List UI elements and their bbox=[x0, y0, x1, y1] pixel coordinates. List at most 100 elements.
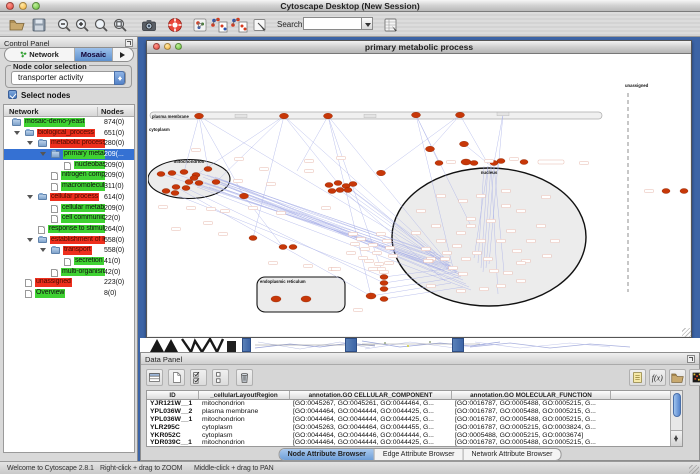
tree-row[interactable]: cell communicat22(0) bbox=[4, 213, 134, 224]
tree-label[interactable]: macromolecule bbox=[61, 182, 105, 191]
table-vertical-scrollbar[interactable] bbox=[670, 391, 682, 446]
network-view-window[interactable]: primary metabolic process plasma membran… bbox=[146, 40, 692, 338]
tab-mosaic[interactable]: Mosaic bbox=[75, 48, 113, 61]
browser-tab[interactable]: Edge Attribute Browser bbox=[375, 449, 464, 460]
tree-label[interactable]: primary metabo bbox=[63, 150, 105, 159]
tree-label[interactable]: biological_process bbox=[37, 129, 95, 138]
minimized-window-edge[interactable] bbox=[452, 338, 464, 352]
unselect-all-attributes-icon[interactable] bbox=[212, 369, 229, 386]
tab-network[interactable]: Network bbox=[5, 48, 75, 61]
tree-row[interactable]: transport558(0) bbox=[4, 245, 134, 256]
expander-icon[interactable] bbox=[27, 195, 33, 202]
tree-label[interactable]: nitrogen compo bbox=[61, 171, 105, 180]
save-session-icon[interactable] bbox=[31, 17, 47, 33]
minimized-window-edge[interactable] bbox=[345, 338, 357, 352]
net-close-button[interactable] bbox=[153, 43, 160, 50]
tree-row[interactable]: primary metabo209(... bbox=[4, 149, 134, 160]
import-folder-icon[interactable] bbox=[669, 369, 686, 386]
window-resize-grip[interactable] bbox=[682, 328, 691, 337]
tree-label[interactable]: Overview bbox=[35, 289, 65, 298]
attribute-notes-icon[interactable] bbox=[629, 369, 646, 386]
node-color-dropdown[interactable]: transporter activity bbox=[11, 71, 126, 85]
expander-icon[interactable] bbox=[40, 152, 46, 159]
tree-row[interactable]: unassigned223(0) bbox=[4, 277, 134, 288]
import-attributes-icon[interactable] bbox=[383, 17, 399, 33]
tree-row[interactable]: metabolic process280(0) bbox=[4, 138, 134, 149]
tree-label[interactable]: cellular metabol bbox=[61, 204, 105, 213]
tree-label[interactable]: cellular process bbox=[50, 193, 99, 202]
browser-tab[interactable]: Node Attribute Browser bbox=[280, 449, 375, 460]
table-row[interactable]: YPL036W__1mitochondrion[GO:0044464, GO:0… bbox=[147, 416, 671, 424]
tree-row[interactable]: nitrogen compo209(0) bbox=[4, 170, 134, 181]
expander-icon[interactable] bbox=[40, 248, 46, 255]
zoom-in-icon[interactable] bbox=[74, 17, 90, 33]
close-button[interactable] bbox=[6, 2, 14, 10]
tab-overflow-arrow[interactable] bbox=[113, 48, 133, 61]
zoom-out-icon[interactable] bbox=[56, 17, 72, 33]
zoom-selected-icon[interactable] bbox=[112, 17, 128, 33]
tree-label[interactable]: mosaic-demo-yeast bbox=[24, 118, 85, 127]
destroy-network-view-icon[interactable] bbox=[230, 17, 248, 33]
function-builder-icon[interactable]: f(x) bbox=[649, 369, 666, 386]
table-row[interactable]: YJR121W__1mitochondrion[GO:0045267, GO:0… bbox=[147, 400, 671, 408]
tree-label[interactable]: unassigned bbox=[35, 278, 72, 287]
expander-icon[interactable] bbox=[27, 238, 33, 245]
zoom-button[interactable] bbox=[32, 2, 40, 10]
help-lifebuoy-icon[interactable] bbox=[167, 17, 183, 33]
create-network-view-icon[interactable] bbox=[210, 17, 228, 33]
annotation-icon[interactable] bbox=[252, 17, 268, 33]
table-row[interactable]: YPL036W__2plasma membrane[GO:0044464, GO… bbox=[147, 408, 671, 416]
tree-row[interactable]: macromolecule311(0) bbox=[4, 181, 134, 192]
expander-icon[interactable] bbox=[27, 141, 33, 148]
minimize-button[interactable] bbox=[19, 2, 27, 10]
open-session-icon[interactable] bbox=[9, 17, 25, 33]
scrollbar-thumb[interactable] bbox=[673, 393, 681, 417]
search-input[interactable] bbox=[303, 17, 361, 30]
search-dropdown-button[interactable] bbox=[361, 17, 373, 30]
attribute-table[interactable]: ID_cellularLayoutRegionannotation.GO CEL… bbox=[146, 390, 683, 447]
tree-label[interactable]: transport bbox=[63, 246, 92, 255]
scrollbar-buttons[interactable] bbox=[671, 430, 682, 446]
tree-label[interactable]: cell communicat bbox=[61, 214, 105, 223]
snapshot-camera-icon[interactable] bbox=[141, 17, 157, 33]
tree-row[interactable]: biological_process651(0) bbox=[4, 128, 134, 139]
matrix-icon[interactable] bbox=[689, 369, 700, 386]
resize-grip-icon[interactable] bbox=[689, 465, 699, 474]
table-row[interactable]: YKR052Ccytoplasm[GO:0044464, GO:0044446,… bbox=[147, 432, 671, 440]
tree-row[interactable]: mosaic-demo-yeast874(0) bbox=[4, 117, 134, 128]
column-header[interactable]: annotation.GO CELLULAR_COMPONENT bbox=[290, 391, 452, 400]
column-header[interactable]: ID bbox=[147, 391, 199, 400]
select-attributes-icon[interactable] bbox=[146, 369, 163, 386]
float-data-panel-icon[interactable] bbox=[687, 355, 695, 363]
net-zoom-button[interactable] bbox=[175, 43, 182, 50]
table-row[interactable]: YDR039C__1mitochondrion[GO:0044464, GO:0… bbox=[147, 439, 671, 447]
network-canvas[interactable]: plasma membranecytoplasmmitochondrionnuc… bbox=[148, 54, 690, 336]
column-header[interactable]: _cellularLayoutRegion bbox=[199, 391, 290, 400]
column-header[interactable] bbox=[611, 391, 671, 400]
tree-row[interactable]: cellular process614(0) bbox=[4, 192, 134, 203]
float-panel-icon[interactable] bbox=[125, 39, 133, 47]
browser-tab[interactable]: Network Attribute Browser bbox=[463, 449, 560, 460]
expander-icon[interactable] bbox=[14, 131, 20, 138]
create-attribute-icon[interactable] bbox=[168, 369, 185, 386]
select-nodes-checkbox[interactable] bbox=[8, 90, 17, 99]
tree-row[interactable]: cellular metabol209(0) bbox=[4, 203, 134, 214]
zoom-fit-icon[interactable] bbox=[93, 17, 109, 33]
delete-attribute-icon[interactable] bbox=[236, 369, 253, 386]
table-row[interactable]: YLR295Ccytoplasm[GO:0045263, GO:0044464,… bbox=[147, 424, 671, 432]
tree-label[interactable]: response to stimulu bbox=[48, 225, 105, 234]
tree-label[interactable]: secretion bbox=[74, 257, 104, 266]
tree-row[interactable]: nucleobase-209(0) bbox=[4, 160, 134, 171]
select-all-attributes-icon[interactable] bbox=[190, 369, 207, 386]
tree-label[interactable]: nucleobase- bbox=[74, 161, 105, 170]
tree-row[interactable]: secretion41(0) bbox=[4, 256, 134, 267]
tree-row[interactable]: response to stimulu264(0) bbox=[4, 224, 134, 235]
tree-label[interactable]: multi-organism pro bbox=[61, 268, 105, 277]
tree-row[interactable]: establishment of lo558(0) bbox=[4, 235, 134, 246]
column-header[interactable]: annotation.GO MOLECULAR_FUNCTION bbox=[452, 391, 611, 400]
minimized-window-edge[interactable] bbox=[242, 338, 251, 352]
tree-row[interactable]: multi-organism pro42(0) bbox=[4, 267, 134, 278]
net-minimize-button[interactable] bbox=[164, 43, 171, 50]
tree-label[interactable]: establishment of lo bbox=[50, 236, 105, 245]
network-window-titlebar[interactable]: primary metabolic process bbox=[147, 41, 691, 54]
